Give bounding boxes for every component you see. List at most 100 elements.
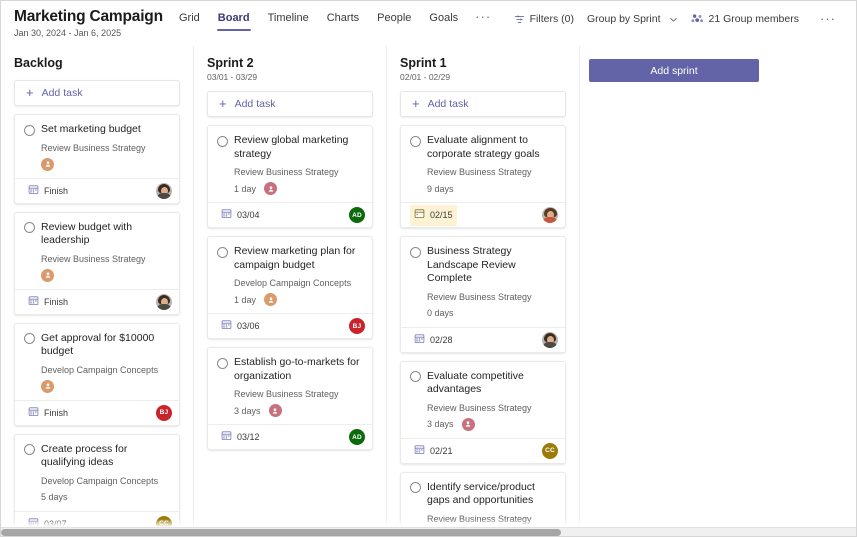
- task-due-date-label: 02/21: [430, 446, 453, 456]
- task-duration: 1 day: [234, 295, 256, 305]
- avatar: AD: [349, 429, 365, 445]
- task-title: Get approval for $10000 budget: [41, 332, 169, 359]
- task-complete-toggle[interactable]: [410, 136, 421, 147]
- task-duration: 1 day: [234, 184, 256, 194]
- task-meta: 3 days: [234, 404, 362, 417]
- task-complete-toggle[interactable]: [217, 136, 228, 147]
- task-complete-toggle[interactable]: [217, 247, 228, 258]
- task-title: Review budget with leadership: [41, 221, 169, 248]
- task-card[interactable]: Review global marketing strategyReview B…: [207, 125, 373, 228]
- calendar-icon: [28, 293, 39, 311]
- board-app: Marketing Campaign Jan 30, 2024 - Jan 6,…: [0, 0, 857, 537]
- filter-icon: [514, 14, 525, 25]
- task-card-top: Business Strategy Landscape Review Compl…: [410, 245, 555, 286]
- group-members-label: 21 Group members: [709, 13, 799, 25]
- task-card[interactable]: Business Strategy Landscape Review Compl…: [400, 236, 566, 353]
- header-actions: Filters (0) Group by Sprint: [514, 8, 846, 26]
- task-title: Establish go-to-markets for organization: [234, 356, 362, 383]
- plus-icon: +: [219, 99, 227, 109]
- task-due-date[interactable]: 03/04: [217, 205, 264, 226]
- group-members-button[interactable]: 21 Group members: [691, 13, 799, 25]
- task-card[interactable]: Establish go-to-markets for organization…: [207, 347, 373, 450]
- task-card[interactable]: Get approval for $10000 budget Develop Ca…: [14, 323, 180, 426]
- group-by-button[interactable]: Group by Sprint: [587, 13, 678, 25]
- board-column: Sprint 203/01 - 03/29+Add taskReview glo…: [194, 46, 387, 536]
- add-sprint-pane: Add sprint: [580, 46, 856, 536]
- header-overflow-button[interactable]: ···: [812, 12, 844, 26]
- task-complete-toggle[interactable]: [410, 247, 421, 258]
- title-block: Marketing Campaign Jan 30, 2024 - Jan 6,…: [14, 8, 162, 38]
- task-complete-toggle[interactable]: [24, 222, 35, 233]
- task-card[interactable]: Evaluate competitive advantagesReview Bu…: [400, 361, 566, 464]
- add-task-button[interactable]: +Add task: [14, 80, 180, 106]
- task-due-date[interactable]: Finish: [24, 180, 72, 201]
- task-title: Evaluate competitive advantages: [427, 370, 555, 397]
- task-card-top: Evaluate competitive advantages: [410, 370, 555, 397]
- tab-people[interactable]: People: [368, 10, 420, 27]
- task-card-top: Create process for qualifying ideas: [24, 443, 169, 470]
- task-complete-toggle[interactable]: [24, 444, 35, 455]
- task-title: Business Strategy Landscape Review Compl…: [427, 245, 555, 286]
- tab-goals[interactable]: Goals: [420, 10, 467, 27]
- task-card-footer: 02/15: [401, 202, 565, 227]
- task-card[interactable]: Create process for qualifying ideasDevel…: [14, 434, 180, 537]
- add-sprint-button[interactable]: Add sprint: [589, 59, 759, 82]
- filters-button[interactable]: Filters (0): [514, 13, 574, 25]
- tabs-overflow-button[interactable]: ···: [467, 10, 499, 24]
- task-card-footer: 03/12 AD: [208, 424, 372, 449]
- task-complete-toggle[interactable]: [410, 371, 421, 382]
- add-task-label: Add task: [42, 87, 83, 99]
- task-card[interactable]: Evaluate alignment to corporate strategy…: [400, 125, 566, 228]
- view-tabs: GridBoardTimelineChartsPeopleGoals···: [170, 8, 499, 27]
- task-bucket: Review Business Strategy: [427, 513, 555, 525]
- add-task-button[interactable]: +Add task: [400, 91, 566, 117]
- task-card-body: Set marketing budgetReview Business Stra…: [15, 115, 179, 178]
- task-due-date[interactable]: Finish: [24, 402, 72, 423]
- add-task-button[interactable]: +Add task: [207, 91, 373, 117]
- avatar: [542, 332, 558, 348]
- task-card-top: Set marketing budget: [24, 123, 169, 137]
- task-duration: 3 days: [427, 419, 454, 429]
- task-due-date-label: 03/04: [237, 210, 260, 220]
- priority-icon: [269, 404, 282, 417]
- horizontal-scrollbar[interactable]: [1, 527, 856, 536]
- task-title: Review global marketing strategy: [234, 134, 362, 161]
- tab-grid[interactable]: Grid: [170, 10, 209, 27]
- tab-board[interactable]: Board: [209, 10, 259, 27]
- calendar-icon: [414, 442, 425, 460]
- task-complete-toggle[interactable]: [24, 125, 35, 136]
- column-date-range: 02/01 - 02/29: [400, 72, 566, 82]
- task-card-top: Get approval for $10000 budget: [24, 332, 169, 359]
- task-due-date-label: 02/28: [430, 335, 453, 345]
- task-card-body: Establish go-to-markets for organization…: [208, 348, 372, 424]
- task-due-date[interactable]: 02/21: [410, 440, 457, 461]
- task-card-body: Review budget with leadershipReview Busi…: [15, 213, 179, 289]
- task-due-date[interactable]: 02/28: [410, 329, 457, 350]
- task-bucket: Develop Campaign Concepts: [41, 364, 169, 376]
- task-card-top: Evaluate alignment to corporate strategy…: [410, 134, 555, 161]
- task-due-date[interactable]: 02/15: [410, 205, 457, 226]
- task-card-body: Business Strategy Landscape Review Compl…: [401, 237, 565, 327]
- task-due-date[interactable]: 03/12: [217, 427, 264, 448]
- page-title: Marketing Campaign: [14, 8, 162, 26]
- task-card[interactable]: Review marketing plan for campaign budge…: [207, 236, 373, 339]
- task-card-footer: 02/21CC: [401, 438, 565, 463]
- task-complete-toggle[interactable]: [410, 482, 421, 493]
- task-meta: 3 days: [427, 418, 555, 431]
- avatar: [156, 183, 172, 199]
- tab-charts[interactable]: Charts: [318, 10, 368, 27]
- task-due-date[interactable]: Finish: [24, 291, 72, 312]
- task-complete-toggle[interactable]: [217, 358, 228, 369]
- task-meta: 5 days: [41, 491, 169, 504]
- task-card[interactable]: Review budget with leadershipReview Busi…: [14, 212, 180, 315]
- scrollbar-thumb[interactable]: [1, 529, 561, 536]
- task-due-date[interactable]: 03/06: [217, 316, 264, 337]
- plus-icon: +: [412, 99, 420, 109]
- task-card-body: Review marketing plan for campaign budge…: [208, 237, 372, 313]
- column-title: Sprint 1: [400, 55, 566, 71]
- task-complete-toggle[interactable]: [24, 333, 35, 344]
- calendar-icon: [221, 317, 232, 335]
- tab-timeline[interactable]: Timeline: [259, 10, 318, 27]
- task-card[interactable]: Set marketing budgetReview Business Stra…: [14, 114, 180, 204]
- avatar: AD: [349, 207, 365, 223]
